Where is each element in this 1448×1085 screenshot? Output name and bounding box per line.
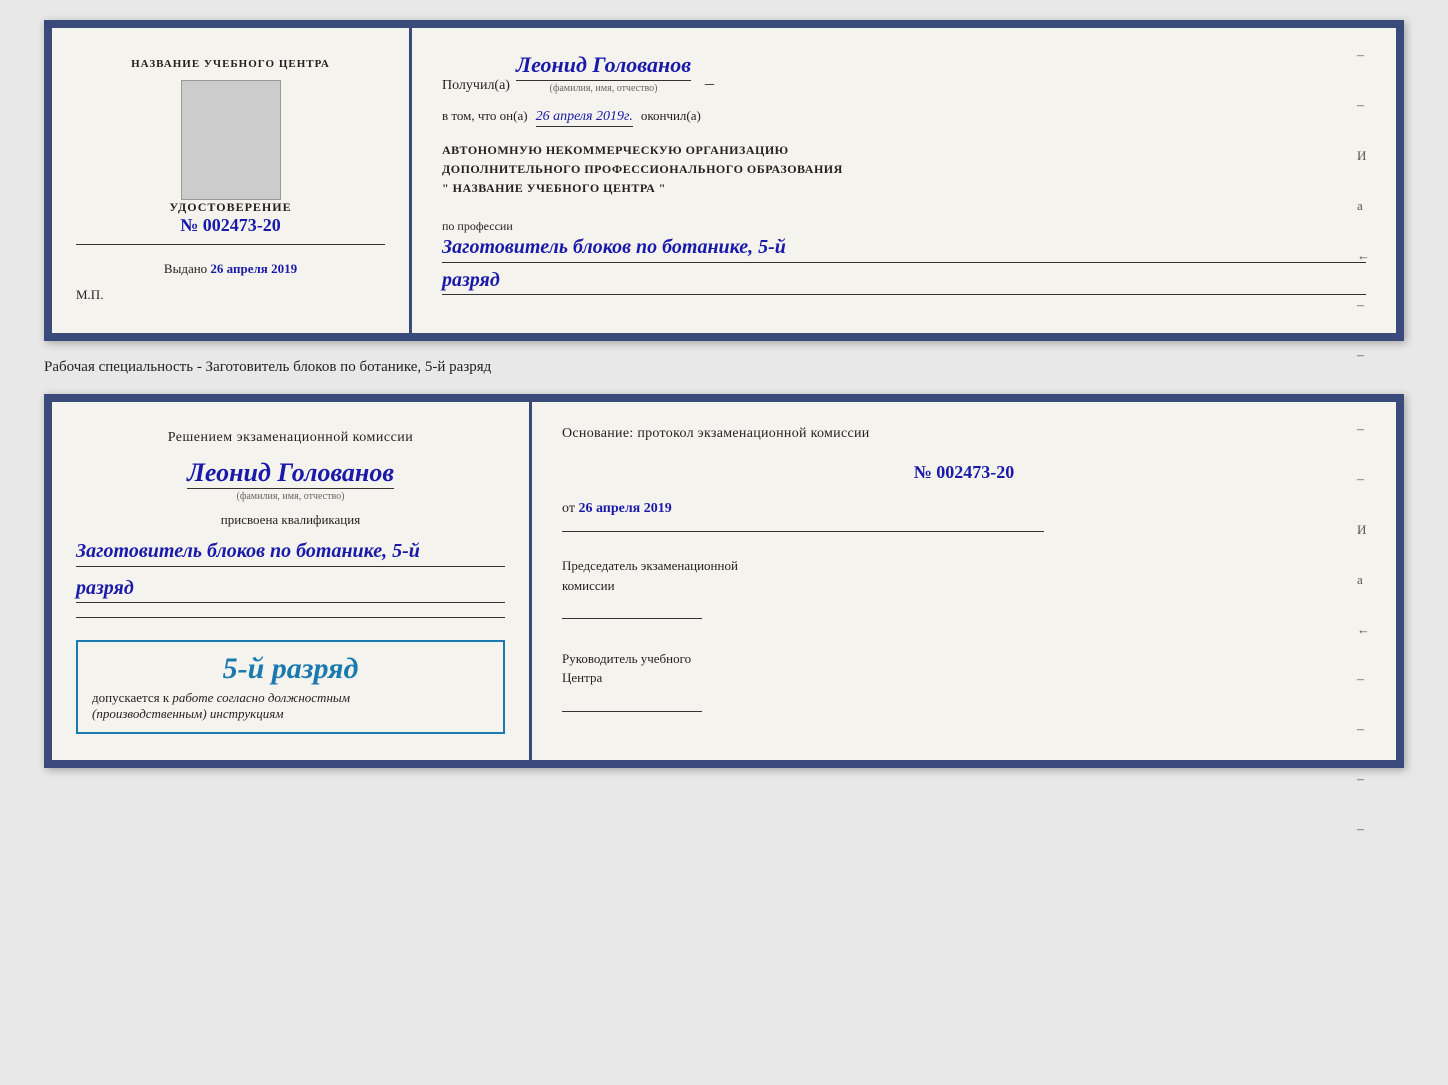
bottom-document-card: Решением экзаменационной комиссии Леонид… [44, 394, 1404, 768]
badge-box: 5-й разряд допускается к работе согласно… [76, 640, 505, 734]
protocol-date: от 26 апреля 2019 [562, 501, 1366, 517]
recipient-name: Леонид Голованов [516, 52, 691, 81]
rank-value: разряд [442, 269, 1366, 295]
confirm-date: 26 апреля 2019г. [536, 109, 633, 127]
top-card-left: НАЗВАНИЕ УЧЕБНОГО ЦЕНТРА УДОСТОВЕРЕНИЕ №… [52, 28, 412, 333]
bottom-right-markers: – – И а ← – – – – [1357, 422, 1370, 838]
profession-value: Заготовитель блоков по ботанике, 5-й [442, 234, 1366, 263]
rank-bottom: разряд [76, 577, 505, 603]
basis-title: Основание: протокол экзаменационной коми… [562, 426, 1366, 442]
photo-placeholder [181, 80, 281, 200]
org-block: АВТОНОМНУЮ НЕКОММЕРЧЕСКУЮ ОРГАНИЗАЦИЮ ДО… [442, 141, 1366, 199]
cert-label: УДОСТОВЕРЕНИЕ [169, 200, 291, 215]
cert-number: № 002473-20 [169, 215, 291, 236]
top-card-right: Получил(а) Леонид Голованов (фамилия, им… [412, 28, 1396, 333]
cert-number-section: УДОСТОВЕРЕНИЕ № 002473-20 [169, 200, 291, 236]
badge-rank: 5-й разряд [92, 652, 489, 686]
leader-signatory: Руководитель учебного Центра [562, 649, 1366, 718]
confirm-line: в том, что он(а) 26 апреля 2019г. окончи… [442, 108, 1366, 127]
mp-label: М.П. [76, 287, 103, 303]
protocol-number: № 002473-20 [562, 462, 1366, 483]
subtitle: Рабочая специальность - Заготовитель бло… [44, 359, 1404, 376]
person-name: Леонид Голованов [187, 458, 394, 489]
issued-line: Выдано 26 апреля 2019 [164, 261, 297, 277]
qualification-label: присвоена квалификация [76, 512, 505, 528]
fio-label: (фамилия, имя, отчество) [516, 83, 691, 94]
profession-section: по профессии Заготовитель блоков по бота… [442, 219, 1366, 295]
fio-label-bottom: (фамилия, имя, отчество) [237, 491, 345, 502]
chairman-sign-line [562, 603, 702, 619]
bottom-card-right: Основание: протокол экзаменационной коми… [532, 402, 1396, 760]
top-document-card: НАЗВАНИЕ УЧЕБНОГО ЦЕНТРА УДОСТОВЕРЕНИЕ №… [44, 20, 1404, 341]
chairman-signatory: Председатель экзаменационной комиссии [562, 556, 1366, 625]
recipient-line: Получил(а) Леонид Голованов (фамилия, им… [442, 52, 1366, 94]
training-center-title: НАЗВАНИЕ УЧЕБНОГО ЦЕНТРА [131, 58, 330, 70]
decision-text: Решением экзаменационной комиссии [76, 428, 505, 448]
bottom-card-left: Решением экзаменационной комиссии Леонид… [52, 402, 532, 760]
leader-sign-line [562, 696, 702, 712]
qualification-value: Заготовитель блоков по ботанике, 5-й [76, 538, 505, 567]
person-section: Леонид Голованов (фамилия, имя, отчество… [76, 458, 505, 502]
badge-allowed: допускается к работе согласно должностны… [92, 690, 489, 722]
